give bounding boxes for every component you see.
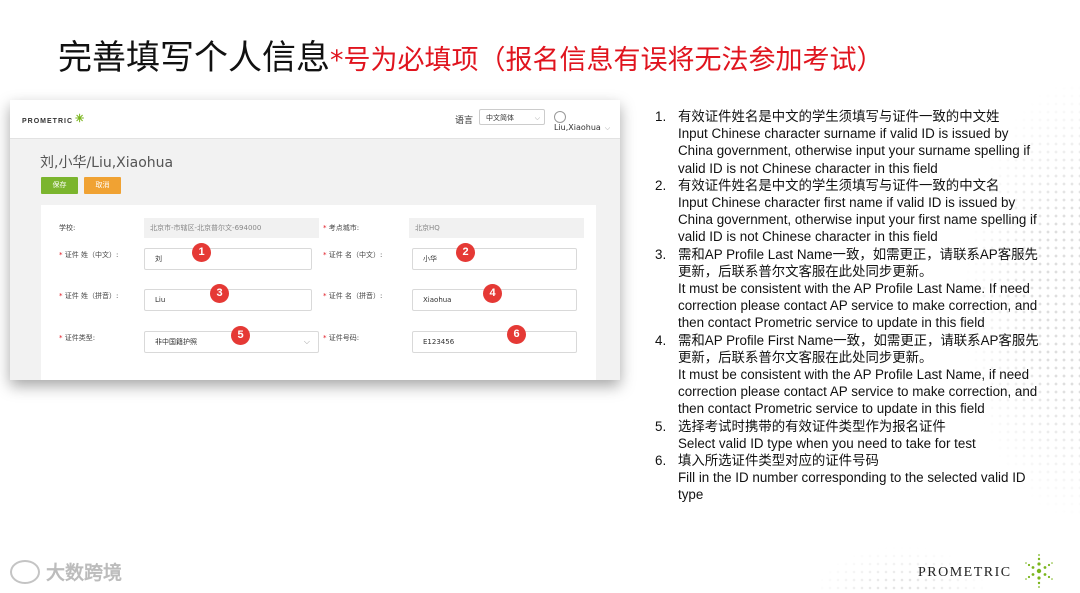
instruction-item: 1. 有效证件姓名是中文的学生须填写与证件一致的中文姓 Input Chines… (655, 108, 1067, 177)
profile-name-heading: 刘,小华/Liu,Xiaohua (40, 155, 174, 171)
school-field: 北京市-市辖区-北京普尔文-694000 (144, 218, 319, 238)
center-city-label-text: 考点城市: (328, 224, 360, 232)
instruction-item: 5. 选择考试时携带的有效证件类型作为报名证件 Select valid ID … (655, 418, 1067, 452)
id-type-label: * 证件类型: (59, 333, 95, 343)
instruction-line: China government, otherwise input your f… (678, 212, 1037, 228)
slide-title-note: *号为必填项（报名信息有误将无法参加考试） (330, 45, 884, 76)
instruction-number: 4. (655, 332, 667, 348)
instruction-line: 有效证件姓名是中文的学生须填写与证件一致的中文名 (678, 177, 1000, 193)
surname-cn-label: * 证件 姓（中文）: (59, 250, 118, 260)
id-number-label: * 证件号码: (323, 333, 359, 343)
instruction-line: It must be consistent with the AP Profil… (678, 367, 1030, 383)
callout-badge-4: 4 (483, 284, 502, 303)
watermark: 大数跨境 (10, 558, 122, 586)
callout-badge-2: 2 (456, 243, 475, 262)
given-cn-label-text: 证件 名（中文）: (328, 251, 383, 259)
surname-cn-label-text: 证件 姓（中文）: (64, 251, 119, 259)
chevron-down-icon: ⌵ (534, 114, 540, 122)
surname-py-label: * 证件 姓（拼音）: (59, 291, 118, 301)
logo-text: PROMETRIC (22, 118, 73, 125)
instruction-line: then contact Prometric service to update… (678, 401, 985, 417)
callout-badge-6: 6 (507, 325, 526, 344)
instruction-line: correction please contact AP service to … (678, 384, 1038, 400)
decorative-dot-pattern-bottom (770, 520, 990, 593)
callout-badge-1: 1 (192, 243, 211, 262)
instruction-line: correction please contact AP service to … (678, 298, 1038, 314)
instruction-line: Input Chinese character surname if valid… (678, 126, 1009, 142)
instruction-line: Select valid ID type when you need to ta… (678, 435, 976, 451)
surname-cn-input[interactable]: 刘 (144, 248, 312, 270)
instruction-item: 3. 需和AP Profile Last Name一致，如需更正，请联系AP客服… (655, 246, 1067, 332)
user-menu[interactable]: Liu,Xiaohua ⌵ (554, 111, 620, 133)
instruction-number: 5. (655, 418, 667, 434)
id-number-input[interactable]: E123456 (412, 331, 577, 353)
slide-title: 完善填写个人信息*号为必填项（报名信息有误将无法参加考试） (58, 30, 884, 79)
callout-badge-3: 3 (210, 284, 229, 303)
instruction-number: 1. (655, 109, 667, 124)
personal-info-form: 学校: 北京市-市辖区-北京普尔文-694000 * 考点城市: 北京HQ * … (41, 205, 596, 380)
instruction-line: valid ID is not Chinese character in thi… (678, 160, 938, 176)
given-cn-input[interactable]: 小华 (412, 248, 577, 270)
instruction-line: then contact Prometric service to update… (678, 315, 985, 331)
save-button[interactable]: 保存 (41, 177, 78, 194)
instruction-line: Fill in the ID number corresponding to t… (678, 470, 1026, 486)
prometric-logo[interactable]: PROMETRIC ✳ (22, 113, 85, 126)
app-screenshot: PROMETRIC ✳ 语言 中文简体 ⌵ Liu,Xiaohua ⌵ 刘,小华/L… (10, 100, 620, 380)
instruction-line: valid ID is not Chinese character in thi… (678, 229, 938, 245)
instruction-number: 2. (655, 177, 667, 193)
given-py-label-text: 证件 名（拼音）: (328, 292, 383, 300)
user-name: Liu,Xiaohua (554, 123, 601, 132)
avatar-icon (554, 111, 566, 123)
id-number-label-text: 证件号码: (328, 334, 360, 342)
callout-badge-5: 5 (231, 326, 250, 345)
instruction-list: 1. 有效证件姓名是中文的学生须填写与证件一致的中文姓 Input Chines… (655, 108, 1067, 504)
app-topbar: PROMETRIC ✳ 语言 中文简体 ⌵ Liu,Xiaohua ⌵ (10, 100, 620, 139)
cancel-button[interactable]: 取消 (84, 177, 121, 194)
school-label: 学校: (59, 224, 76, 232)
instruction-line: 需和AP Profile Last Name一致，如需更正，请联系AP客服先 (678, 246, 1038, 262)
instruction-item: 2. 有效证件姓名是中文的学生须填写与证件一致的中文名 Input Chines… (655, 177, 1067, 246)
instruction-line: 有效证件姓名是中文的学生须填写与证件一致的中文姓 (678, 109, 1000, 124)
instruction-line: 更新，后联系普尔文客服在此处同步更新。 (678, 263, 933, 279)
instruction-line: 填入所选证件类型对应的证件号码 (678, 453, 879, 469)
brand-star-icon (1025, 554, 1053, 588)
center-city-field: 北京HQ (409, 218, 584, 238)
id-type-value: 非中国籍护照 (155, 338, 197, 346)
language-label: 语言 (455, 116, 474, 126)
instruction-line: 需和AP Profile First Name一致，如需更正，请联系AP客服先 (678, 332, 1039, 348)
center-city-label: * 考点城市: (323, 223, 359, 233)
logo-star-icon: ✳ (75, 113, 86, 125)
instruction-line: It must be consistent with the AP Profil… (678, 281, 1030, 297)
given-cn-label: * 证件 名（中文）: (323, 250, 382, 260)
instruction-item: 4. 需和AP Profile First Name一致，如需更正，请联系AP客… (655, 332, 1067, 418)
language-value: 中文简体 (486, 114, 514, 122)
instruction-number: 3. (655, 246, 667, 262)
language-select[interactable]: 中文简体 ⌵ (479, 109, 545, 125)
slide-title-main: 完善填写个人信息 (58, 38, 330, 78)
instruction-number: 6. (655, 453, 667, 469)
instruction-item: 6. 填入所选证件类型对应的证件号码 Fill in the ID number… (655, 452, 1067, 504)
instruction-line: type (678, 487, 704, 503)
id-type-label-text: 证件类型: (64, 334, 96, 342)
given-py-label: * 证件 名（拼音）: (323, 291, 382, 301)
instruction-line: Input Chinese character first name if va… (678, 195, 1016, 211)
instruction-line: China government, otherwise input your s… (678, 143, 1031, 159)
instruction-line: 更新，后联系普尔文客服在此处同步更新。 (678, 349, 933, 365)
chevron-down-icon: ⌵ (303, 337, 310, 346)
instruction-line: 选择考试时携带的有效证件类型作为报名证件 (678, 418, 946, 434)
watermark-logo-icon (10, 559, 40, 584)
surname-py-label-text: 证件 姓（拼音）: (64, 292, 119, 300)
chevron-down-icon: ⌵ (604, 124, 611, 132)
watermark-text: 大数跨境 (46, 562, 123, 584)
brand-logo-text: PROMETRIC (918, 565, 1012, 580)
